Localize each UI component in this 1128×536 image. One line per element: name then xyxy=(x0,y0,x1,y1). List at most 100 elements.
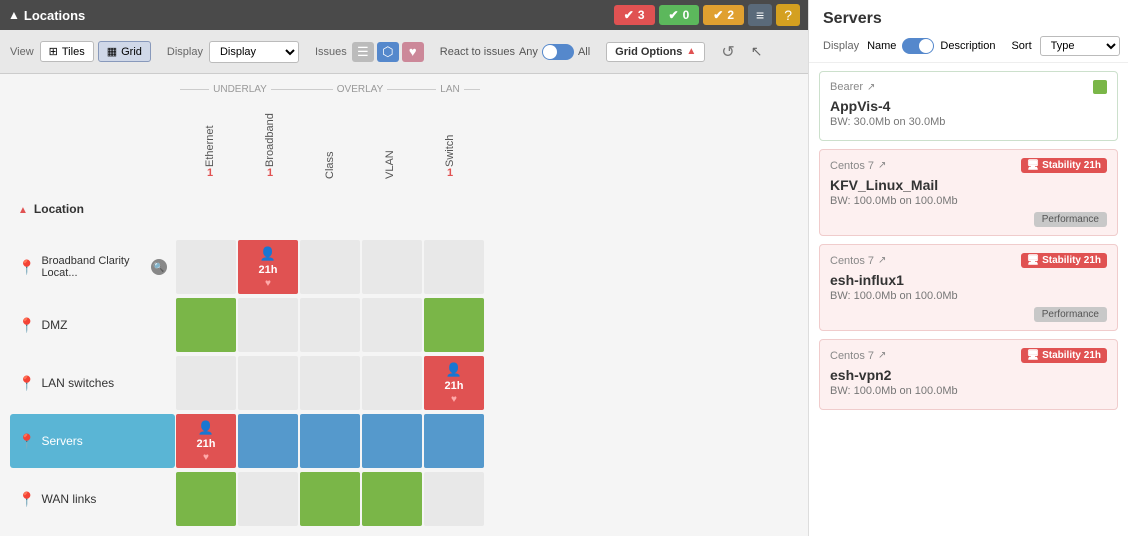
issues-link-icon[interactable]: ⬡ xyxy=(377,42,399,62)
cell-lan-4[interactable]: 👤 21h ♥ xyxy=(424,356,484,410)
tiles-button[interactable]: ⊞ Tiles xyxy=(40,41,94,62)
grid-area: UNDERLAY OVERLAY LAN Ethernet 1 Broadban… xyxy=(0,74,808,536)
sort-label-right: Sort xyxy=(1011,40,1031,52)
row-wan-links[interactable]: 📍 WAN links xyxy=(10,471,798,527)
cell-dmz-0[interactable] xyxy=(176,298,236,352)
location-pin-dmz: 📍 xyxy=(18,317,35,334)
issues-list-icon[interactable]: ☰ xyxy=(352,42,374,62)
lan-switches-name: LAN switches xyxy=(41,376,114,390)
display-select[interactable]: Display xyxy=(209,41,299,63)
cell-lan-1[interactable] xyxy=(238,356,298,410)
cell-lan-2[interactable] xyxy=(300,356,360,410)
help-button[interactable]: ? xyxy=(776,4,800,26)
row-label-dmz: 📍 DMZ xyxy=(10,313,175,338)
dmz-name: DMZ xyxy=(41,318,67,332)
row-broadband-clarity[interactable]: 📍 Broadband Clarity Locat... 🔍 👤 21h ♥ xyxy=(10,239,798,295)
any-label: Any xyxy=(519,46,538,58)
name-description-toggle[interactable] xyxy=(902,38,934,54)
red-badge-button[interactable]: ✔ 3 xyxy=(614,5,655,25)
search-icon[interactable]: 🔍 xyxy=(151,259,167,275)
orange-badge-button[interactable]: ✔ 2 xyxy=(703,5,744,25)
location-header-label: ▲ Location xyxy=(10,198,175,222)
cell-broadband-4[interactable] xyxy=(424,240,484,294)
tiles-icon: ⊞ xyxy=(49,45,58,58)
underlay-label: UNDERLAY xyxy=(209,84,271,95)
cell-wan-0[interactable] xyxy=(176,472,236,526)
server-card-appvis[interactable]: Bearer ↗ AppVis-4 BW: 30.0Mb on 30.0Mb xyxy=(819,71,1118,141)
location-header-row: ▲ Location xyxy=(10,183,798,237)
grid-options-button[interactable]: Grid Options ▲ xyxy=(606,42,705,62)
lan-section: LAN xyxy=(420,84,480,95)
cell-wan-1[interactable] xyxy=(238,472,298,526)
cards-list: Bearer ↗ AppVis-4 BW: 30.0Mb on 30.0Mb C… xyxy=(809,63,1128,536)
col-header-vlan: VLAN xyxy=(360,97,420,183)
row-label-wan: 📍 WAN links xyxy=(10,487,175,512)
link-icon: ↗ xyxy=(867,82,875,93)
stability-badge-influx: 🖥 Stability 21h xyxy=(1021,253,1107,268)
location-pin-lan: 📍 xyxy=(18,375,35,392)
cell-dmz-3[interactable] xyxy=(362,298,422,352)
orange-badge-count: 2 xyxy=(727,8,734,22)
grid-label: Grid xyxy=(121,46,142,58)
menu-button[interactable]: ≡ xyxy=(748,4,772,26)
server-card-influx[interactable]: Centos 7 ↗ 🖥 Stability 21h esh-influx1 B… xyxy=(819,244,1118,331)
green-badge-button[interactable]: ✔ 0 xyxy=(659,5,700,25)
link-icon: ↗ xyxy=(878,160,886,171)
check-icon: ✔ xyxy=(713,8,723,22)
col-header-broadband-count: 1 xyxy=(267,167,273,179)
cell-servers-0[interactable]: 👤 21h ♥ xyxy=(176,414,236,468)
overlay-label: OVERLAY xyxy=(333,84,388,95)
server-card-kfv[interactable]: Centos 7 ↗ 🖥 Stability 21h KFV_Linux_Mai… xyxy=(819,149,1118,236)
cell-broadband-3[interactable] xyxy=(362,240,422,294)
stability-badge-vpn2: 🖥 Stability 21h xyxy=(1021,348,1107,363)
issues-heart-icon[interactable]: ♥ xyxy=(402,42,424,62)
card-title-appvis: AppVis-4 xyxy=(830,98,1107,114)
cell-dmz-4[interactable] xyxy=(424,298,484,352)
green-status-dot xyxy=(1093,80,1107,94)
cell-wan-2[interactable] xyxy=(300,472,360,526)
card-bw-influx: BW: 100.0Mb on 100.0Mb xyxy=(830,290,1107,302)
cell-servers-1[interactable] xyxy=(238,414,298,468)
cell-servers-4[interactable] xyxy=(424,414,484,468)
row-dmz[interactable]: 📍 DMZ xyxy=(10,297,798,353)
card-type-bearer: Bearer ↗ xyxy=(830,81,875,93)
toggle-knob xyxy=(543,45,557,59)
row-label-lan: 📍 LAN switches xyxy=(10,371,175,396)
overlay-section: OVERLAY xyxy=(300,84,420,95)
cell-wan-3[interactable] xyxy=(362,472,422,526)
cell-broadband-1[interactable]: 👤 21h ♥ xyxy=(238,240,298,294)
top-bar: ▲ Locations ✔ 3 ✔ 0 ✔ 2 ≡ ? xyxy=(0,0,808,30)
badge-row-kfv: Performance xyxy=(830,211,1107,227)
cell-servers-3[interactable] xyxy=(362,414,422,468)
grid-button[interactable]: ▦ Grid xyxy=(98,41,151,62)
cell-broadband-0[interactable] xyxy=(176,240,236,294)
cell-dmz-1[interactable] xyxy=(238,298,298,352)
cell-lan-0[interactable] xyxy=(176,356,236,410)
location-pin-wan: 📍 xyxy=(18,491,35,508)
alert-person-icon: 👤 xyxy=(260,246,276,262)
cell-servers-2[interactable] xyxy=(300,414,360,468)
stability-badge-kfv: 🖥 Stability 21h xyxy=(1021,158,1107,173)
card-bw-kfv: BW: 100.0Mb on 100.0Mb xyxy=(830,195,1107,207)
alert-person-icon: 👤 xyxy=(446,362,462,378)
view-group: View ⊞ Tiles ▦ Grid xyxy=(10,41,151,62)
col-header-ethernet-label: Ethernet xyxy=(204,97,216,167)
server-card-vpn2[interactable]: Centos 7 ↗ 🖥 Stability 21h esh-vpn2 BW: … xyxy=(819,339,1118,410)
location-pin-broadband: 📍 xyxy=(18,259,35,276)
cell-dmz-2[interactable] xyxy=(300,298,360,352)
refresh-button[interactable]: ↺ xyxy=(721,42,734,62)
cell-lan-3[interactable] xyxy=(362,356,422,410)
cell-broadband-2[interactable] xyxy=(300,240,360,294)
display-label: Display xyxy=(167,46,203,58)
card-top-kfv: Centos 7 ↗ 🖥 Stability 21h xyxy=(830,158,1107,173)
sort-select[interactable]: Type Name Status xyxy=(1040,36,1120,56)
row-lan-switches[interactable]: 📍 LAN switches 👤 21h ♥ xyxy=(10,355,798,411)
toolbar: View ⊞ Tiles ▦ Grid Display Display Issu… xyxy=(0,30,808,74)
card-bw-appvis: BW: 30.0Mb on 30.0Mb xyxy=(830,116,1107,128)
cursor-indicator: ↖ xyxy=(751,43,763,60)
chevron-icon: ▲ xyxy=(8,8,20,22)
react-toggle[interactable] xyxy=(542,44,574,60)
cell-wan-4[interactable] xyxy=(424,472,484,526)
row-servers[interactable]: 📍 Servers 👤 21h ♥ xyxy=(10,413,798,469)
page-title: Locations xyxy=(24,8,85,23)
